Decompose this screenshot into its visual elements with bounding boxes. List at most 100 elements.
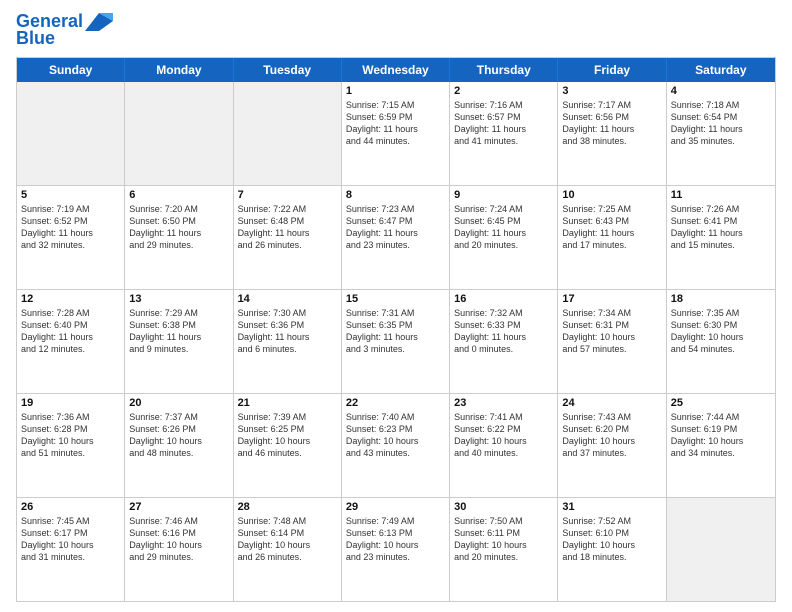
day-number: 13: [129, 293, 228, 305]
page: General Blue SundayMondayTuesdayWednesda…: [0, 0, 792, 612]
day-number: 30: [454, 501, 553, 513]
day-info: Sunrise: 7:37 AM Sunset: 6:26 PM Dayligh…: [129, 411, 228, 460]
day-number: 11: [671, 189, 771, 201]
day-cell-15: 15 Sunrise: 7:31 AM Sunset: 6:35 PM Dayli…: [342, 290, 450, 393]
day-info: Sunrise: 7:46 AM Sunset: 6:16 PM Dayligh…: [129, 515, 228, 564]
day-info: Sunrise: 7:17 AM Sunset: 6:56 PM Dayligh…: [562, 99, 661, 148]
day-cell-26: 26 Sunrise: 7:45 AM Sunset: 6:17 PM Dayli…: [17, 498, 125, 601]
day-number: 31: [562, 501, 661, 513]
day-number: 22: [346, 397, 445, 409]
day-info: Sunrise: 7:50 AM Sunset: 6:11 PM Dayligh…: [454, 515, 553, 564]
day-cell-9: 9 Sunrise: 7:24 AM Sunset: 6:45 PM Daylig…: [450, 186, 558, 289]
empty-cell: [667, 498, 775, 601]
day-cell-14: 14 Sunrise: 7:30 AM Sunset: 6:36 PM Dayli…: [234, 290, 342, 393]
day-cell-20: 20 Sunrise: 7:37 AM Sunset: 6:26 PM Dayli…: [125, 394, 233, 497]
day-number: 9: [454, 189, 553, 201]
day-cell-27: 27 Sunrise: 7:46 AM Sunset: 6:16 PM Dayli…: [125, 498, 233, 601]
day-info: Sunrise: 7:39 AM Sunset: 6:25 PM Dayligh…: [238, 411, 337, 460]
day-cell-22: 22 Sunrise: 7:40 AM Sunset: 6:23 PM Dayli…: [342, 394, 450, 497]
day-cell-1: 1Sunrise: 7:15 AM Sunset: 6:59 PM Daylig…: [342, 82, 450, 185]
calendar-body: 1Sunrise: 7:15 AM Sunset: 6:59 PM Daylig…: [17, 82, 775, 601]
day-number: 3: [562, 85, 661, 97]
day-info: Sunrise: 7:44 AM Sunset: 6:19 PM Dayligh…: [671, 411, 771, 460]
day-cell-28: 28Sunrise: 7:48 AM Sunset: 6:14 PM Dayli…: [234, 498, 342, 601]
day-cell-13: 13Sunrise: 7:29 AM Sunset: 6:38 PM Dayli…: [125, 290, 233, 393]
day-number: 23: [454, 397, 553, 409]
day-cell-10: 10Sunrise: 7:25 AM Sunset: 6:43 PM Dayli…: [558, 186, 666, 289]
day-number: 16: [454, 293, 553, 305]
day-number: 1: [346, 85, 445, 97]
day-cell-8: 8Sunrise: 7:23 AM Sunset: 6:47 PM Daylig…: [342, 186, 450, 289]
day-cell-31: 31 Sunrise: 7:52 AM Sunset: 6:10 PM Dayli…: [558, 498, 666, 601]
day-info: Sunrise: 7:43 AM Sunset: 6:20 PM Dayligh…: [562, 411, 661, 460]
calendar-row-3: 12 Sunrise: 7:28 AM Sunset: 6:40 PM Dayli…: [17, 290, 775, 394]
day-info: Sunrise: 7:26 AM Sunset: 6:41 PM Dayligh…: [671, 203, 771, 252]
day-info: Sunrise: 7:49 AM Sunset: 6:13 PM Dayligh…: [346, 515, 445, 564]
day-cell-11: 11 Sunrise: 7:26 AM Sunset: 6:41 PM Dayli…: [667, 186, 775, 289]
day-cell-16: 16 Sunrise: 7:32 AM Sunset: 6:33 PM Dayli…: [450, 290, 558, 393]
day-number: 4: [671, 85, 771, 97]
day-cell-7: 7 Sunrise: 7:22 AM Sunset: 6:48 PM Daylig…: [234, 186, 342, 289]
weekday-header-sunday: Sunday: [17, 58, 125, 82]
day-cell-12: 12 Sunrise: 7:28 AM Sunset: 6:40 PM Dayli…: [17, 290, 125, 393]
day-info: Sunrise: 7:45 AM Sunset: 6:17 PM Dayligh…: [21, 515, 120, 564]
day-number: 20: [129, 397, 228, 409]
day-number: 26: [21, 501, 120, 513]
day-cell-5: 5 Sunrise: 7:19 AM Sunset: 6:52 PM Daylig…: [17, 186, 125, 289]
day-number: 19: [21, 397, 120, 409]
day-info: Sunrise: 7:16 AM Sunset: 6:57 PM Dayligh…: [454, 99, 553, 148]
day-cell-24: 24 Sunrise: 7:43 AM Sunset: 6:20 PM Dayli…: [558, 394, 666, 497]
day-cell-6: 6 Sunrise: 7:20 AM Sunset: 6:50 PM Daylig…: [125, 186, 233, 289]
day-info: Sunrise: 7:36 AM Sunset: 6:28 PM Dayligh…: [21, 411, 120, 460]
weekday-header-saturday: Saturday: [667, 58, 775, 82]
day-number: 2: [454, 85, 553, 97]
day-number: 29: [346, 501, 445, 513]
day-info: Sunrise: 7:34 AM Sunset: 6:31 PM Dayligh…: [562, 307, 661, 356]
day-info: Sunrise: 7:28 AM Sunset: 6:40 PM Dayligh…: [21, 307, 120, 356]
day-number: 6: [129, 189, 228, 201]
day-info: Sunrise: 7:20 AM Sunset: 6:50 PM Dayligh…: [129, 203, 228, 252]
header: General Blue: [16, 12, 776, 49]
day-cell-17: 17Sunrise: 7:34 AM Sunset: 6:31 PM Dayli…: [558, 290, 666, 393]
day-cell-18: 18Sunrise: 7:35 AM Sunset: 6:30 PM Dayli…: [667, 290, 775, 393]
day-info: Sunrise: 7:48 AM Sunset: 6:14 PM Dayligh…: [238, 515, 337, 564]
day-cell-19: 19 Sunrise: 7:36 AM Sunset: 6:28 PM Dayli…: [17, 394, 125, 497]
calendar-row-4: 19 Sunrise: 7:36 AM Sunset: 6:28 PM Dayli…: [17, 394, 775, 498]
day-cell-29: 29 Sunrise: 7:49 AM Sunset: 6:13 PM Dayli…: [342, 498, 450, 601]
day-info: Sunrise: 7:18 AM Sunset: 6:54 PM Dayligh…: [671, 99, 771, 148]
day-number: 27: [129, 501, 228, 513]
weekday-header-monday: Monday: [125, 58, 233, 82]
day-info: Sunrise: 7:32 AM Sunset: 6:33 PM Dayligh…: [454, 307, 553, 356]
empty-cell: [234, 82, 342, 185]
day-cell-30: 30 Sunrise: 7:50 AM Sunset: 6:11 PM Dayli…: [450, 498, 558, 601]
day-info: Sunrise: 7:19 AM Sunset: 6:52 PM Dayligh…: [21, 203, 120, 252]
calendar: SundayMondayTuesdayWednesdayThursdayFrid…: [16, 57, 776, 602]
day-info: Sunrise: 7:31 AM Sunset: 6:35 PM Dayligh…: [346, 307, 445, 356]
day-number: 12: [21, 293, 120, 305]
day-cell-25: 25 Sunrise: 7:44 AM Sunset: 6:19 PM Dayli…: [667, 394, 775, 497]
day-info: Sunrise: 7:22 AM Sunset: 6:48 PM Dayligh…: [238, 203, 337, 252]
day-cell-2: 2 Sunrise: 7:16 AM Sunset: 6:57 PM Daylig…: [450, 82, 558, 185]
day-number: 5: [21, 189, 120, 201]
day-number: 25: [671, 397, 771, 409]
day-info: Sunrise: 7:52 AM Sunset: 6:10 PM Dayligh…: [562, 515, 661, 564]
logo-blue: Blue: [16, 28, 55, 49]
day-cell-4: 4 Sunrise: 7:18 AM Sunset: 6:54 PM Daylig…: [667, 82, 775, 185]
weekday-header-thursday: Thursday: [450, 58, 558, 82]
day-info: Sunrise: 7:40 AM Sunset: 6:23 PM Dayligh…: [346, 411, 445, 460]
day-number: 7: [238, 189, 337, 201]
day-number: 24: [562, 397, 661, 409]
empty-cell: [17, 82, 125, 185]
day-info: Sunrise: 7:23 AM Sunset: 6:47 PM Dayligh…: [346, 203, 445, 252]
logo-icon: [85, 13, 113, 31]
day-info: Sunrise: 7:35 AM Sunset: 6:30 PM Dayligh…: [671, 307, 771, 356]
logo: General Blue: [16, 12, 113, 49]
day-cell-21: 21Sunrise: 7:39 AM Sunset: 6:25 PM Dayli…: [234, 394, 342, 497]
day-number: 15: [346, 293, 445, 305]
weekday-header-wednesday: Wednesday: [342, 58, 450, 82]
empty-cell: [125, 82, 233, 185]
day-number: 14: [238, 293, 337, 305]
calendar-row-5: 26 Sunrise: 7:45 AM Sunset: 6:17 PM Dayli…: [17, 498, 775, 601]
day-info: Sunrise: 7:30 AM Sunset: 6:36 PM Dayligh…: [238, 307, 337, 356]
day-info: Sunrise: 7:24 AM Sunset: 6:45 PM Dayligh…: [454, 203, 553, 252]
